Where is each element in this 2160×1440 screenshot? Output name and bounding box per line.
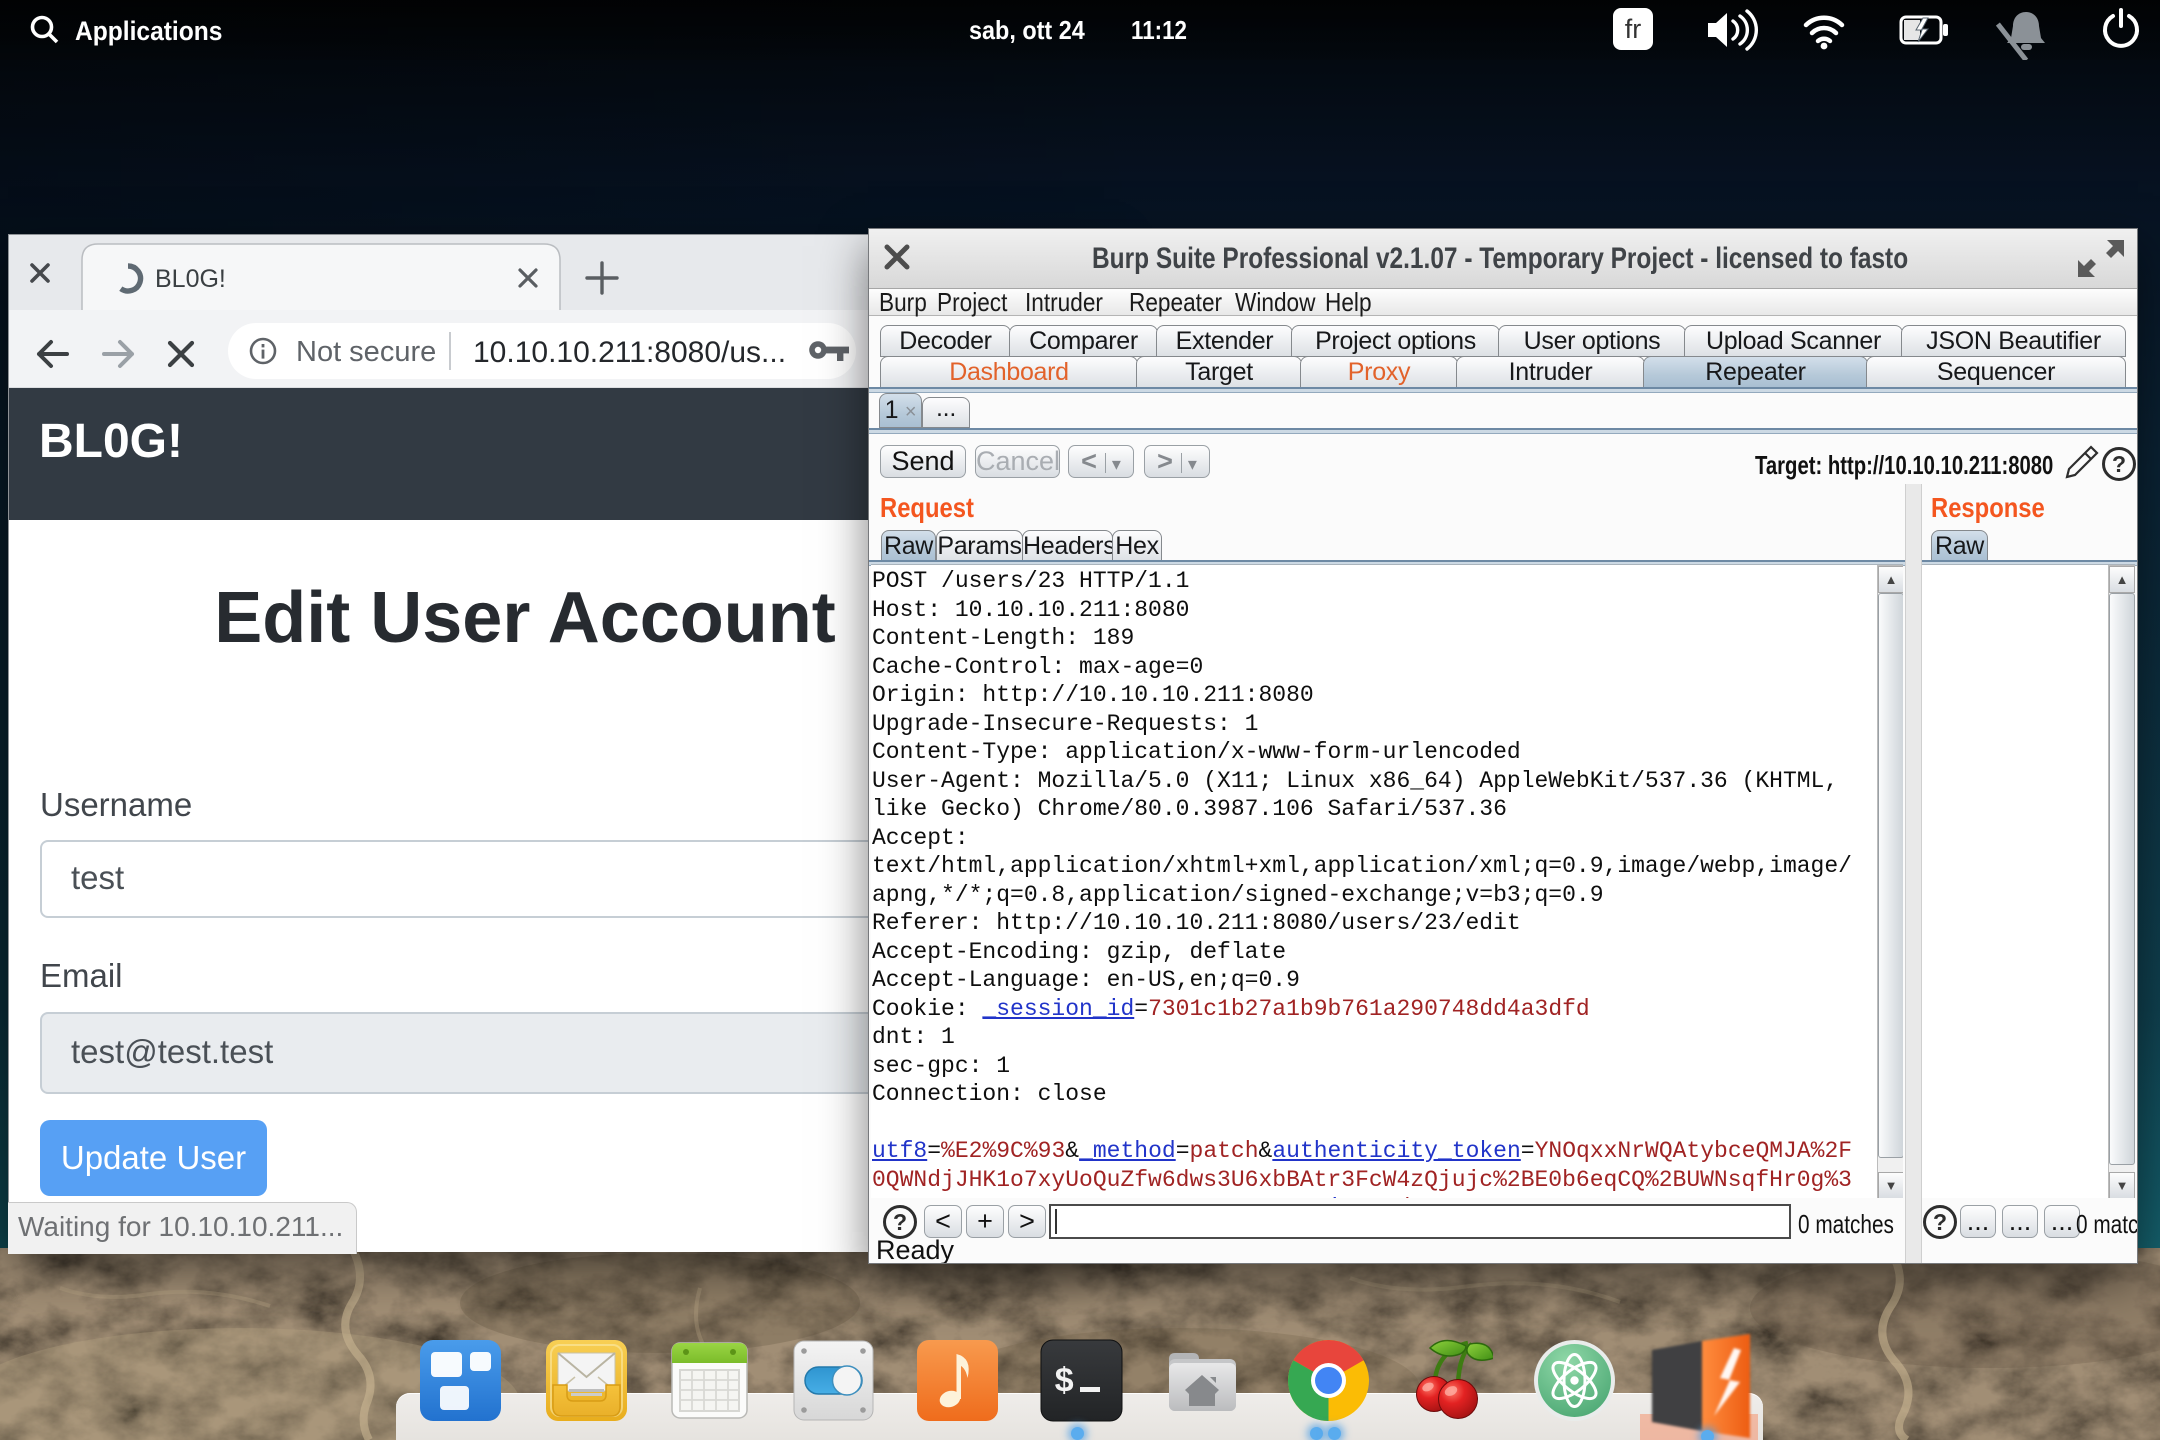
svg-text:$: $ [1054, 1364, 1074, 1402]
svg-text:Not secure: Not secure [296, 336, 436, 368]
svg-text:10.10.10.211:8080/us...: 10.10.10.211:8080/us... [473, 336, 786, 369]
svg-text:BL0G!: BL0G! [155, 265, 226, 293]
